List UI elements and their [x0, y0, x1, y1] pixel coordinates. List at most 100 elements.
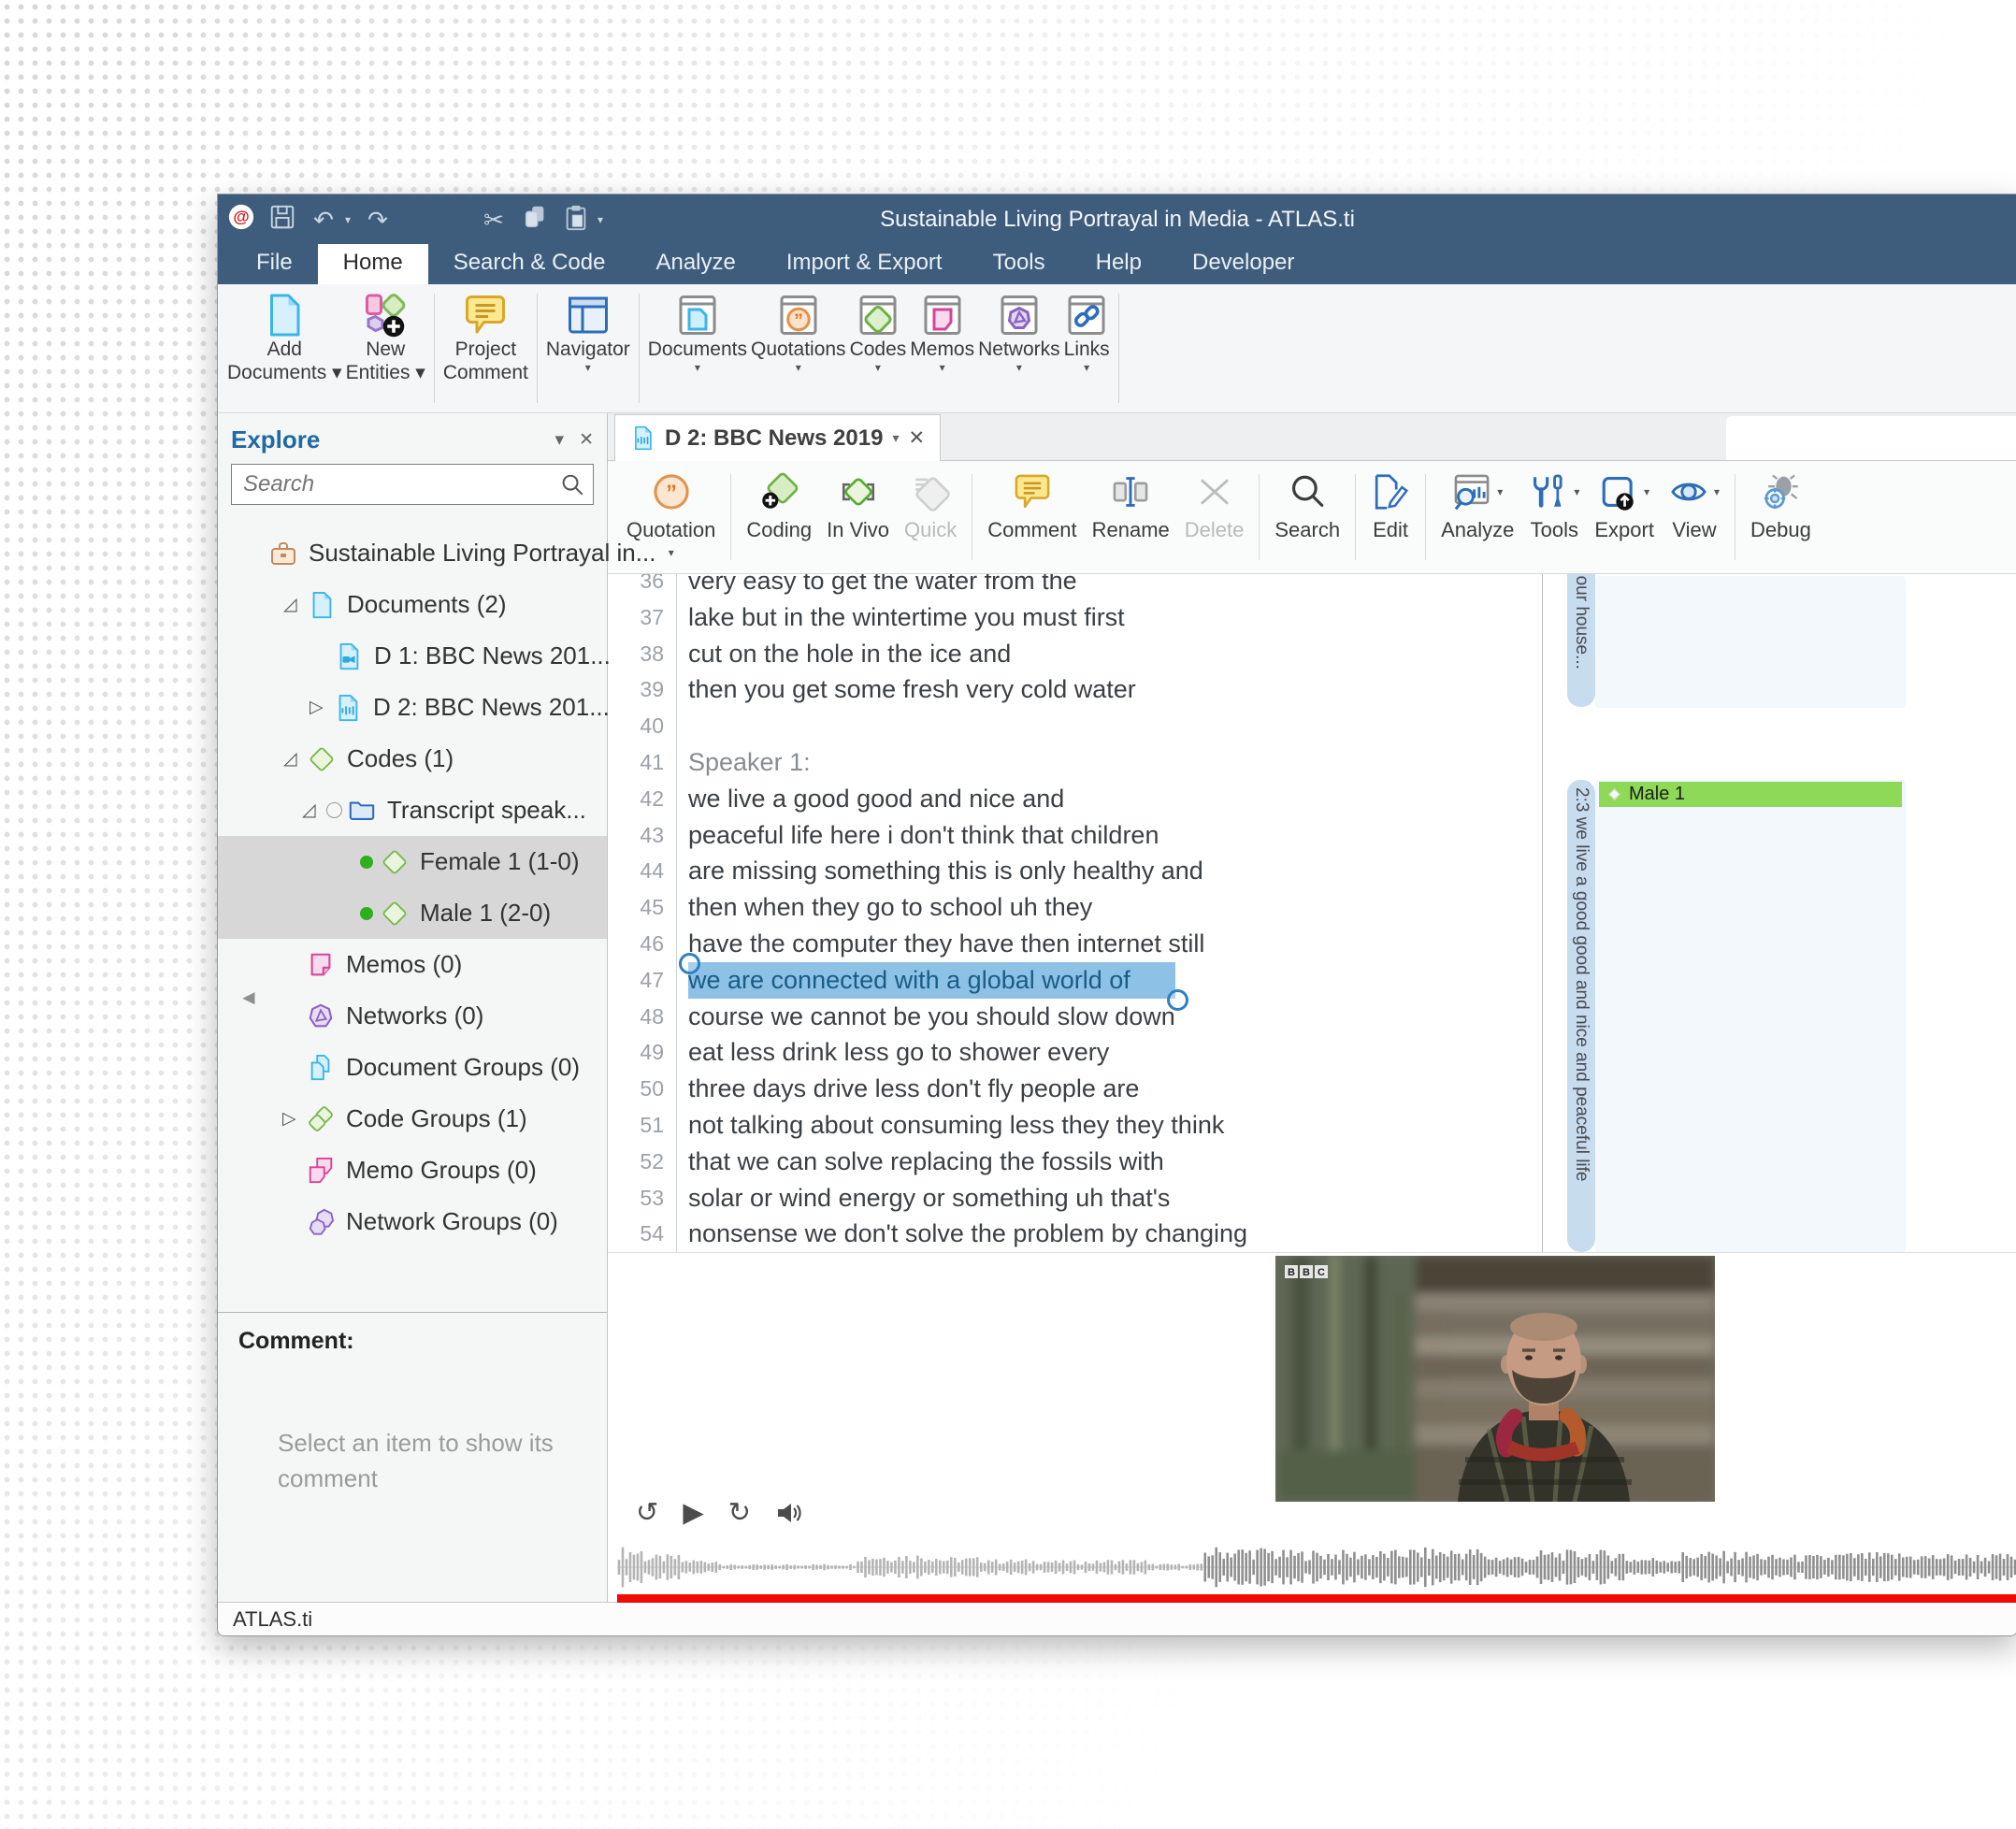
- search-input[interactable]: [241, 470, 559, 498]
- toolbar-button-export[interactable]: ▾Export: [1594, 461, 1654, 542]
- code-label-male1[interactable]: Male 1: [1599, 782, 1902, 807]
- menu-tab-search-code[interactable]: Search & Code: [428, 243, 631, 284]
- selected-text[interactable]: we are connected with a global world of: [688, 962, 1175, 999]
- toolbar-button-rename[interactable]: Rename: [1092, 461, 1170, 542]
- transcript-line-38[interactable]: 38cut on the hole in the ice and: [608, 636, 1542, 672]
- document-tab[interactable]: D 2: BBC News 2019 ▾ ✕: [614, 414, 941, 461]
- redo-icon[interactable]: ↷: [364, 206, 392, 234]
- collapsed-expander-icon[interactable]: ▷: [310, 697, 334, 718]
- ribbon-button-add-documents[interactable]: AddDocuments ▾: [227, 284, 342, 412]
- menu-tab-import-export[interactable]: Import & Export: [761, 243, 968, 284]
- tree-item-document-groups-0[interactable]: Document Groups (0): [218, 1042, 607, 1093]
- menu-tab-analyze[interactable]: Analyze: [630, 243, 760, 284]
- dropdown-caret-icon[interactable]: ▾: [940, 361, 945, 374]
- transcript-text-area[interactable]: 36very easy to get the water from the37l…: [608, 574, 1543, 1252]
- quotation-body-1[interactable]: [1595, 576, 1906, 708]
- toolbar-button-comment[interactable]: Comment: [987, 461, 1076, 542]
- quotation-body-2[interactable]: [1595, 780, 1906, 1252]
- tab-dropdown-icon[interactable]: ▾: [892, 430, 899, 446]
- dropdown-caret-icon[interactable]: ▾: [585, 361, 591, 374]
- transcript-line-53[interactable]: 53solar or wind energy or something uh t…: [608, 1180, 1542, 1217]
- menu-tab-developer[interactable]: Developer: [1167, 243, 1319, 284]
- transcript-line-46[interactable]: 46have the computer they have then inter…: [608, 926, 1542, 962]
- tree-item-transcript-speak[interactable]: ◿Transcript speak...: [218, 785, 607, 836]
- toolbar-button-coding[interactable]: Coding: [746, 461, 812, 542]
- transcript-line-50[interactable]: 50three days drive less don't fly people…: [608, 1071, 1542, 1107]
- atlas-logo-icon[interactable]: @: [227, 206, 255, 234]
- ribbon-button-codes[interactable]: Codes▾: [850, 284, 907, 412]
- transcript-line-37[interactable]: 37lake but in the wintertime you must fi…: [608, 599, 1542, 636]
- save-icon[interactable]: [268, 206, 296, 234]
- expanded-expander-icon[interactable]: ◿: [302, 799, 326, 821]
- tree-item-female-1-1-0[interactable]: Female 1 (1-0): [218, 836, 607, 887]
- toolbar-button-debug[interactable]: Debug: [1750, 461, 1811, 542]
- transcript-line-48[interactable]: 48course we cannot be you should slow do…: [608, 999, 1542, 1035]
- tree-item-d-1-bbc-news-201[interactable]: D 1: BBC News 201...: [218, 630, 607, 682]
- transcript-line-51[interactable]: 51not talking about consuming less they …: [608, 1107, 1542, 1144]
- dropdown-caret-icon[interactable]: ▾: [1084, 361, 1089, 374]
- explore-dropdown-icon[interactable]: ▾: [555, 429, 565, 451]
- tree-item-memos-0[interactable]: Memos (0): [218, 939, 607, 990]
- transcript-line-43[interactable]: 43peaceful life here i don't think that …: [608, 817, 1542, 854]
- ribbon-button-quotations[interactable]: ”Quotations▾: [751, 284, 846, 412]
- dropdown-caret-icon[interactable]: ▾: [1574, 485, 1579, 498]
- tree-item-networks-0[interactable]: Networks (0): [218, 990, 607, 1042]
- transcript-line-44[interactable]: 44are missing something this is only hea…: [608, 853, 1542, 889]
- dropdown-caret-icon[interactable]: ▾: [1644, 485, 1649, 498]
- dropdown-caret-icon[interactable]: ▾: [875, 361, 881, 374]
- ribbon-button-project-comment[interactable]: ProjectComment: [443, 284, 528, 412]
- paste-dropdown-icon[interactable]: ▾: [598, 213, 603, 226]
- ribbon-button-navigator[interactable]: Navigator▾: [546, 284, 630, 412]
- dropdown-caret-icon[interactable]: ▾: [796, 361, 801, 374]
- selection-end-grip[interactable]: [1167, 989, 1188, 1011]
- play-button[interactable]: ▶: [683, 1500, 703, 1527]
- dropdown-caret-icon[interactable]: ▾: [695, 361, 700, 374]
- expanded-expander-icon[interactable]: ◿: [283, 594, 308, 615]
- panel-collapse-handle[interactable]: ◄: [238, 986, 259, 1010]
- dropdown-caret-icon[interactable]: ▾: [669, 546, 674, 559]
- menu-tab-file[interactable]: File: [231, 243, 318, 284]
- transcript-line-40[interactable]: 40: [608, 708, 1542, 744]
- transcript-line-36[interactable]: 36very easy to get the water from the: [608, 574, 1542, 599]
- toolbar-button-analyze[interactable]: ▾Analyze: [1441, 461, 1514, 542]
- tree-item-memo-groups-0[interactable]: Memo Groups (0): [218, 1145, 607, 1196]
- tab-close-icon[interactable]: ✕: [908, 426, 925, 450]
- transcript-line-52[interactable]: 52that we can solve replacing the fossil…: [608, 1144, 1542, 1180]
- transcript-line-41[interactable]: 41Speaker 1:: [608, 744, 1542, 781]
- tree-item-network-groups-0[interactable]: Network Groups (0): [218, 1196, 607, 1247]
- loop-button[interactable]: ↻: [728, 1500, 751, 1527]
- transcript-line-54[interactable]: 54nonsense we don't solve the problem by…: [608, 1216, 1542, 1252]
- toolbar-button-edit[interactable]: Edit: [1371, 461, 1410, 542]
- undo-dropdown-icon[interactable]: ▾: [345, 213, 351, 226]
- menu-tab-home[interactable]: Home: [318, 240, 428, 284]
- video-frame[interactable]: B B C: [1275, 1256, 1715, 1502]
- toolbar-button-view[interactable]: ▾View: [1669, 461, 1720, 542]
- menu-tab-help[interactable]: Help: [1071, 243, 1167, 284]
- undo-icon[interactable]: ↶: [310, 206, 338, 234]
- tree-item-codes-1[interactable]: ◿Codes (1): [218, 733, 607, 785]
- toolbar-button-tools[interactable]: ▾Tools: [1529, 461, 1579, 542]
- tree-item-documents-2[interactable]: ◿Documents (2): [218, 579, 607, 630]
- volume-button[interactable]: [775, 1499, 803, 1527]
- transcript-line-42[interactable]: 42we live a good good and nice and: [608, 781, 1542, 817]
- quotation-bar-2[interactable]: 2:3 we live a good good and nice and pea…: [1567, 780, 1595, 1252]
- tree-item-code-groups-1[interactable]: ▷Code Groups (1): [218, 1093, 607, 1145]
- cut-icon[interactable]: ✂: [480, 206, 508, 234]
- paste-icon[interactable]: [562, 206, 590, 234]
- tree-item-sustainable-living-portrayal-in[interactable]: Sustainable Living Portrayal in...: [218, 527, 607, 579]
- toolbar-button-in-vivo[interactable]: In Vivo: [827, 461, 889, 542]
- ribbon-button-links[interactable]: Links▾: [1064, 284, 1110, 412]
- playback-progress-bar[interactable]: [617, 1594, 2016, 1603]
- transcript-line-49[interactable]: 49eat less drink less go to shower every: [608, 1034, 1542, 1071]
- tree-item-d-2-bbc-news-201[interactable]: ▷D 2: BBC News 201...: [218, 682, 607, 733]
- dropdown-caret-icon[interactable]: ▾: [1714, 485, 1720, 498]
- transcript-line-39[interactable]: 39then you get some fresh very cold wate…: [608, 671, 1542, 708]
- dropdown-caret-icon[interactable]: ▾: [1497, 485, 1503, 498]
- copy-icon[interactable]: [521, 206, 549, 234]
- transcript-line-47[interactable]: 47we are connected with a global world o…: [608, 962, 1542, 999]
- menu-tab-tools[interactable]: Tools: [968, 243, 1071, 284]
- selection-start-grip[interactable]: [679, 953, 700, 974]
- collapsed-expander-icon[interactable]: ▷: [282, 1108, 307, 1130]
- ribbon-button-documents[interactable]: Documents▾: [648, 284, 747, 412]
- explore-search-box[interactable]: [231, 464, 594, 505]
